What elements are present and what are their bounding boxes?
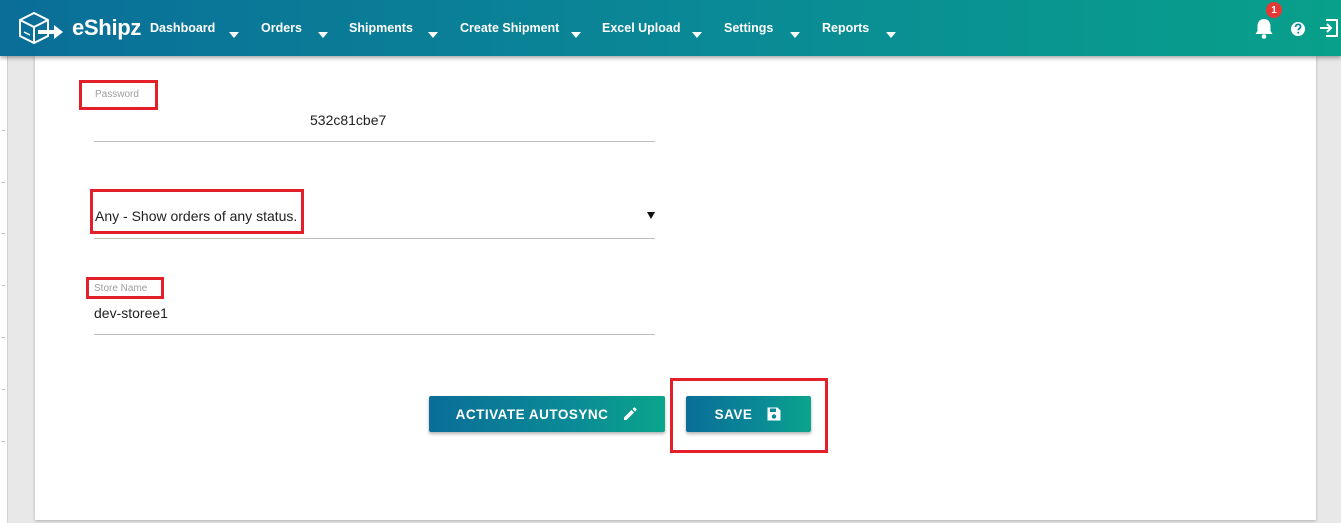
chevron-down-icon: [428, 32, 438, 38]
select-underline: [94, 238, 655, 239]
highlight-save-button: [670, 378, 828, 453]
nav-excel-upload[interactable]: Excel Upload: [602, 19, 681, 37]
autosync-button-label: ACTIVATE AUTOSYNC: [455, 406, 609, 422]
activate-autosync-button[interactable]: ACTIVATE AUTOSYNC: [429, 396, 665, 432]
box-arrow-logo-icon: [19, 11, 63, 45]
chevron-down-icon: [790, 32, 800, 38]
store-name-underline: [94, 334, 655, 335]
help-button[interactable]: [1288, 16, 1308, 40]
nav-create-shipment[interactable]: Create Shipment: [460, 19, 559, 37]
strip-tick: [2, 182, 5, 183]
logout-icon: [1320, 19, 1338, 37]
brand[interactable]: eShipz: [16, 10, 141, 46]
nav-reports[interactable]: Reports: [822, 19, 869, 37]
nav-shipments-caret[interactable]: [428, 25, 440, 38]
nav-shipments[interactable]: Shipments: [349, 19, 413, 37]
logout-button[interactable]: [1318, 16, 1340, 40]
chevron-down-icon: [692, 32, 702, 38]
nav-reports-caret[interactable]: [886, 25, 898, 38]
nav-dashboard-caret[interactable]: [229, 25, 241, 38]
nav-excel-upload-caret[interactable]: [692, 25, 704, 38]
pencil-icon: [624, 407, 637, 420]
bell-icon: [1255, 19, 1273, 39]
store-name-input[interactable]: dev-storee1: [94, 305, 168, 321]
highlight-password-label: [79, 80, 158, 110]
select-caret-down-icon[interactable]: [647, 212, 655, 219]
nav-dashboard[interactable]: Dashboard: [150, 19, 215, 37]
chevron-down-icon: [571, 32, 581, 38]
strip-tick: [2, 130, 5, 131]
strip-tick: [2, 389, 5, 390]
brand-name: eShipz: [72, 15, 142, 40]
notifications-button[interactable]: [1253, 16, 1275, 40]
notification-count-badge: 1: [1266, 2, 1282, 18]
highlight-store-name-label: [86, 277, 164, 299]
nav-settings[interactable]: Settings: [724, 19, 773, 37]
password-underline: [94, 141, 655, 142]
strip-tick: [2, 337, 5, 338]
left-edge-strip: [0, 56, 8, 523]
nav-create-shipment-caret[interactable]: [571, 25, 583, 38]
chevron-down-icon: [229, 32, 239, 38]
password-input[interactable]: 532c81cbe7: [310, 112, 386, 128]
nav-settings-caret[interactable]: [790, 25, 802, 38]
strip-tick: [2, 285, 5, 286]
strip-tick: [2, 233, 5, 234]
nav-orders-caret[interactable]: [318, 25, 330, 38]
strip-tick: [2, 441, 5, 442]
highlight-status-select: [90, 189, 304, 234]
chevron-down-icon: [318, 32, 328, 38]
help-icon: [1291, 22, 1305, 36]
nav-orders[interactable]: Orders: [261, 19, 302, 37]
top-navbar: eShipz Dashboard Orders Shipments Create…: [0, 0, 1341, 56]
chevron-down-icon: [886, 32, 896, 38]
